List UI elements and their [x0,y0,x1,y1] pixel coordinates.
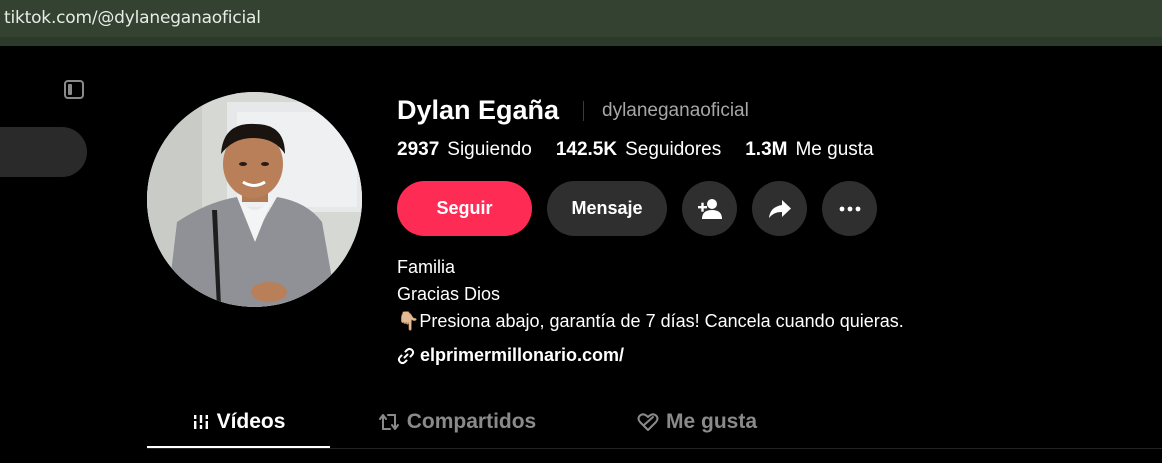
bio-link-text[interactable]: elprimermillonario.com/ [420,345,624,366]
follow-button[interactable]: Seguir [397,181,532,236]
profile-stats: 2937 Siguiendo 142.5K Seguidores 1.3M Me… [397,139,898,161]
browser-url-bar[interactable]: tiktok.com/@dylaneganaoficial [0,0,1162,37]
add-friend-icon [697,198,722,219]
stat-label: Me gusta [795,139,874,160]
share-icon [768,199,791,218]
stat-label: Siguiendo [447,139,532,160]
stat-value: 142.5K [555,139,618,160]
tab-videos[interactable]: Vídeos [147,397,330,447]
profile-handle: dylaneganaoficial [602,100,749,121]
profile-name: Dylan Egaña [397,95,560,125]
sidebar-item[interactable] [0,127,87,177]
tab-reposts[interactable]: Compartidos [357,397,557,447]
name-divider [583,101,584,121]
bio-line: 👇🏼Presiona abajo, garantía de 7 días! Ca… [397,311,904,331]
sidebar-collapse-icon[interactable] [64,80,84,99]
more-options-button[interactable] [822,181,877,236]
tab-label: Vídeos [216,410,286,433]
stat-followers[interactable]: 142.5K Seguidores [556,139,721,161]
stat-value: 1.3M [745,139,788,160]
active-tab-indicator [147,446,330,448]
bio-line: Gracias Dios [397,284,501,304]
url-text[interactable]: tiktok.com/@dylaneganaoficial [4,8,261,28]
stat-following[interactable]: 2937 Siguiendo [397,139,532,161]
browser-toolbar-strip [0,37,1162,46]
add-friend-button[interactable] [682,181,737,236]
tab-label: Compartidos [406,410,537,433]
bio-line: Familia [397,257,456,277]
tab-label: Me gusta [665,410,757,433]
heart-hidden-icon [637,413,659,431]
stat-label: Seguidores [625,139,722,160]
share-button[interactable] [752,181,807,236]
link-icon [397,347,415,364]
videos-grid-icon [192,415,209,429]
more-icon [839,206,860,211]
stat-value: 2937 [397,139,440,160]
repost-icon [378,414,399,430]
avatar-photo [147,92,362,307]
stat-likes: 1.3M Me gusta [745,139,873,161]
tab-liked[interactable]: Me gusta [607,397,787,447]
message-button[interactable]: Mensaje [547,181,667,236]
profile-tabs: Vídeos Compartidos Me gusta [147,397,1162,449]
bio-link[interactable]: elprimermillonario.com/ [397,345,624,366]
avatar[interactable] [147,92,362,307]
